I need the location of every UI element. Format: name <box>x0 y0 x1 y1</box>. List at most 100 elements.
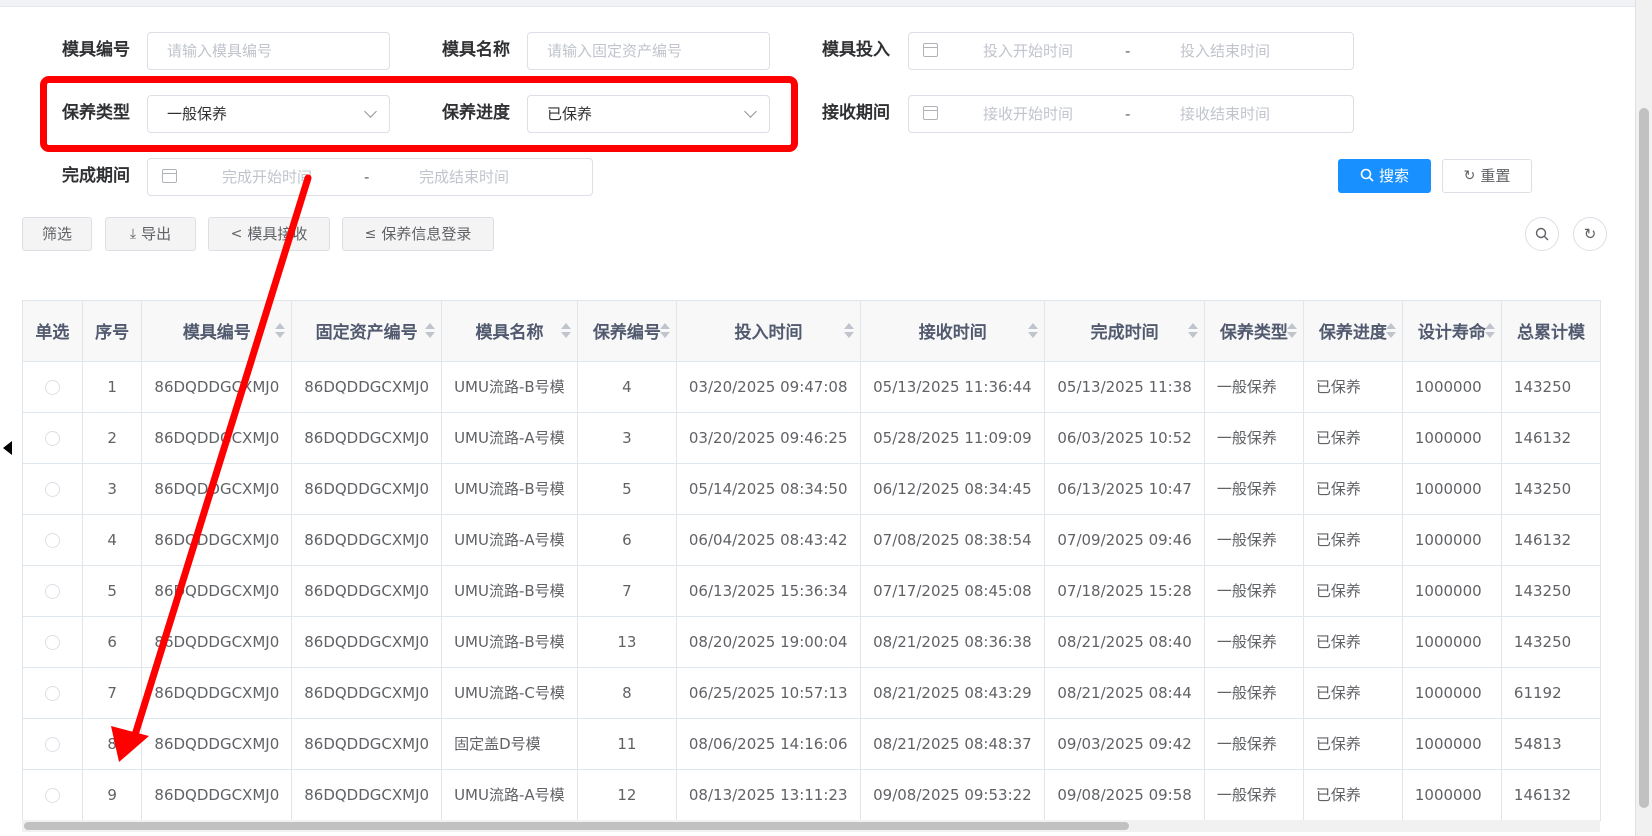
design-life-cell: 1000000 <box>1402 616 1502 668</box>
sort-caret-icon[interactable] <box>1286 323 1297 339</box>
row-radio[interactable] <box>44 379 60 395</box>
sort-caret-icon[interactable] <box>1028 323 1039 339</box>
row-select-cell[interactable] <box>23 616 83 668</box>
table-header-label: 固定资产编号 <box>315 323 418 344</box>
mold-no-cell: 86DQDDGCXMJ0 <box>141 565 293 617</box>
search-button[interactable]: 搜索 <box>1338 159 1431 193</box>
header-receive-time[interactable]: 接收时间 <box>860 301 1046 362</box>
design-life-cell: 1000000 <box>1402 565 1502 617</box>
mold-name-label: 模具名称 <box>442 40 510 60</box>
table-row[interactable]: 8 86DQDDGCXMJ0 86DQDDGCXMJ0 固定盖D号模 11 08/06/2… <box>23 718 1601 770</box>
row-radio[interactable] <box>44 532 60 548</box>
mold-name-input[interactable]: 请输入固定资产编号 <box>527 32 770 70</box>
receive-time-cell: 05/28/2025 11:09:09 <box>860 412 1046 464</box>
input-end-field[interactable]: 投入结束时间 <box>1180 33 1270 69</box>
header-complete-time[interactable]: 完成时间 <box>1044 301 1205 362</box>
sort-caret-icon[interactable] <box>1385 323 1396 339</box>
horizontal-scrollbar-thumb[interactable] <box>24 822 1129 830</box>
mold-name-cell: UMU流路-B号模 <box>441 361 578 413</box>
table-search-button[interactable] <box>1525 217 1559 251</box>
receive-time-cell: 05/13/2025 11:36:44 <box>860 361 1046 413</box>
maint-register-button[interactable]: ≤ 保养信息登录 <box>342 217 494 251</box>
complete-start-field[interactable]: 完成开始时间 <box>222 159 312 195</box>
complete-time-cell: 07/09/2025 09:46 <box>1044 514 1205 566</box>
header-design-life[interactable]: 设计寿命 <box>1402 301 1502 362</box>
row-select-cell[interactable] <box>23 412 83 464</box>
row-radio[interactable] <box>44 583 60 599</box>
filter-button-label: 筛选 <box>41 224 72 243</box>
table-row[interactable]: 3 86DQDDGCXMJ0 86DQDDGCXMJ0 UMU流路-B号模 5 05/14… <box>23 463 1601 515</box>
sort-caret-icon[interactable] <box>659 323 670 339</box>
maint-type-value: 一般保养 <box>167 105 228 123</box>
input-start-field[interactable]: 投入开始时间 <box>983 33 1073 69</box>
chevron-down-icon <box>744 105 757 118</box>
asset-no-cell: 86DQDDGCXMJ0 <box>291 718 443 770</box>
total-count-cell: 143250 <box>1501 463 1601 515</box>
asset-no-cell: 86DQDDGCXMJ0 <box>291 412 443 464</box>
row-select-cell[interactable] <box>23 361 83 413</box>
row-radio[interactable] <box>44 430 60 446</box>
receive-end-field[interactable]: 接收结束时间 <box>1180 96 1270 132</box>
asset-no-cell: 86DQDDGCXMJ0 <box>291 616 443 668</box>
vertical-scrollbar[interactable] <box>1635 0 1652 836</box>
complete-end-field[interactable]: 完成结束时间 <box>419 159 509 195</box>
row-radio[interactable] <box>44 736 60 752</box>
maint-progress-value: 已保养 <box>547 105 593 123</box>
receive-period-range[interactable]: 接收开始时间 - 接收结束时间 <box>908 95 1354 133</box>
total-count-cell: 146132 <box>1501 412 1601 464</box>
row-radio[interactable] <box>44 685 60 701</box>
row-select-cell[interactable] <box>23 565 83 617</box>
sort-caret-icon[interactable] <box>1484 323 1495 339</box>
table-row[interactable]: 5 86DQDDGCXMJ0 86DQDDGCXMJ0 UMU流路-B号模 7 06/13… <box>23 565 1601 617</box>
row-select-cell[interactable] <box>23 667 83 719</box>
table-row[interactable]: 9 86DQDDGCXMJ0 86DQDDGCXMJ0 UMU流路-A号模 12 08/1… <box>23 769 1601 821</box>
sort-caret-icon[interactable] <box>1187 323 1198 339</box>
design-life-cell: 1000000 <box>1402 463 1502 515</box>
complete-period-range[interactable]: 完成开始时间 - 完成结束时间 <box>147 158 593 196</box>
row-select-cell[interactable] <box>23 514 83 566</box>
export-button[interactable]: ⤓ 导出 <box>105 217 196 251</box>
vertical-scrollbar-thumb[interactable] <box>1639 108 1649 808</box>
horizontal-scrollbar[interactable] <box>22 820 1600 832</box>
header-asset-no[interactable]: 固定资产编号 <box>291 301 443 362</box>
table-row[interactable]: 7 86DQDDGCXMJ0 86DQDDGCXMJ0 UMU流路-C号模 8 06/25… <box>23 667 1601 719</box>
row-select-cell[interactable] <box>23 463 83 515</box>
table-refresh-button[interactable]: ↻ <box>1573 217 1607 251</box>
table-header-label: 接收时间 <box>918 323 987 344</box>
header-maint-no[interactable]: 保养编号 <box>577 301 677 362</box>
maint-progress-select[interactable]: 已保养 <box>527 95 770 133</box>
sort-caret-icon[interactable] <box>844 323 855 339</box>
header-mold-name[interactable]: 模具名称 <box>441 301 578 362</box>
mold-name-cell: UMU流路-B号模 <box>441 565 578 617</box>
header-maint-progress[interactable]: 保养进度 <box>1303 301 1403 362</box>
table-row[interactable]: 4 86DQDDGCXMJ0 86DQDDGCXMJ0 UMU流路-A号模 6 06/04… <box>23 514 1601 566</box>
mold-receive-button[interactable]: < 模具接收 <box>208 217 330 251</box>
header-input-time[interactable]: 投入时间 <box>676 301 862 362</box>
sort-caret-icon[interactable] <box>560 323 571 339</box>
mold-no-input[interactable]: 请输入模具编号 <box>147 32 390 70</box>
table-row[interactable]: 1 86DQDDGCXMJ0 86DQDDGCXMJ0 UMU流路-B号模 4 03/20… <box>23 361 1601 413</box>
row-radio[interactable] <box>44 787 60 803</box>
maint-type-select[interactable]: 一般保养 <box>147 95 390 133</box>
mold-no-cell: 86DQDDGCXMJ0 <box>141 667 293 719</box>
reset-button[interactable]: ↻ 重置 <box>1442 159 1532 193</box>
maint-progress-cell: 已保养 <box>1303 667 1403 719</box>
input-period-range[interactable]: 投入开始时间 - 投入结束时间 <box>908 32 1354 70</box>
row-radio[interactable] <box>44 481 60 497</box>
row-radio[interactable] <box>44 634 60 650</box>
table-row[interactable]: 6 86DQDDGCXMJ0 86DQDDGCXMJ0 UMU流路-B号模 13 08/2… <box>23 616 1601 668</box>
search-icon <box>1535 227 1549 241</box>
filter-button[interactable]: 筛选 <box>22 217 92 251</box>
row-select-cell[interactable] <box>23 718 83 770</box>
calendar-icon <box>162 169 177 183</box>
table-row[interactable]: 2 86DQDDGCXMJ0 86DQDDGCXMJ0 UMU流路-A号模 3 03/20… <box>23 412 1601 464</box>
header-mold-no[interactable]: 模具编号 <box>141 301 293 362</box>
sort-caret-icon[interactable] <box>275 323 286 339</box>
sort-caret-icon[interactable] <box>425 323 436 339</box>
receive-start-field[interactable]: 接收开始时间 <box>983 96 1073 132</box>
collapse-sidebar-arrow-icon[interactable] <box>3 441 12 455</box>
row-select-cell[interactable] <box>23 769 83 821</box>
design-life-cell: 1000000 <box>1402 718 1502 770</box>
header-maint-type[interactable]: 保养类型 <box>1204 301 1304 362</box>
mold-no-cell: 86DQDDGCXMJ0 <box>141 412 293 464</box>
